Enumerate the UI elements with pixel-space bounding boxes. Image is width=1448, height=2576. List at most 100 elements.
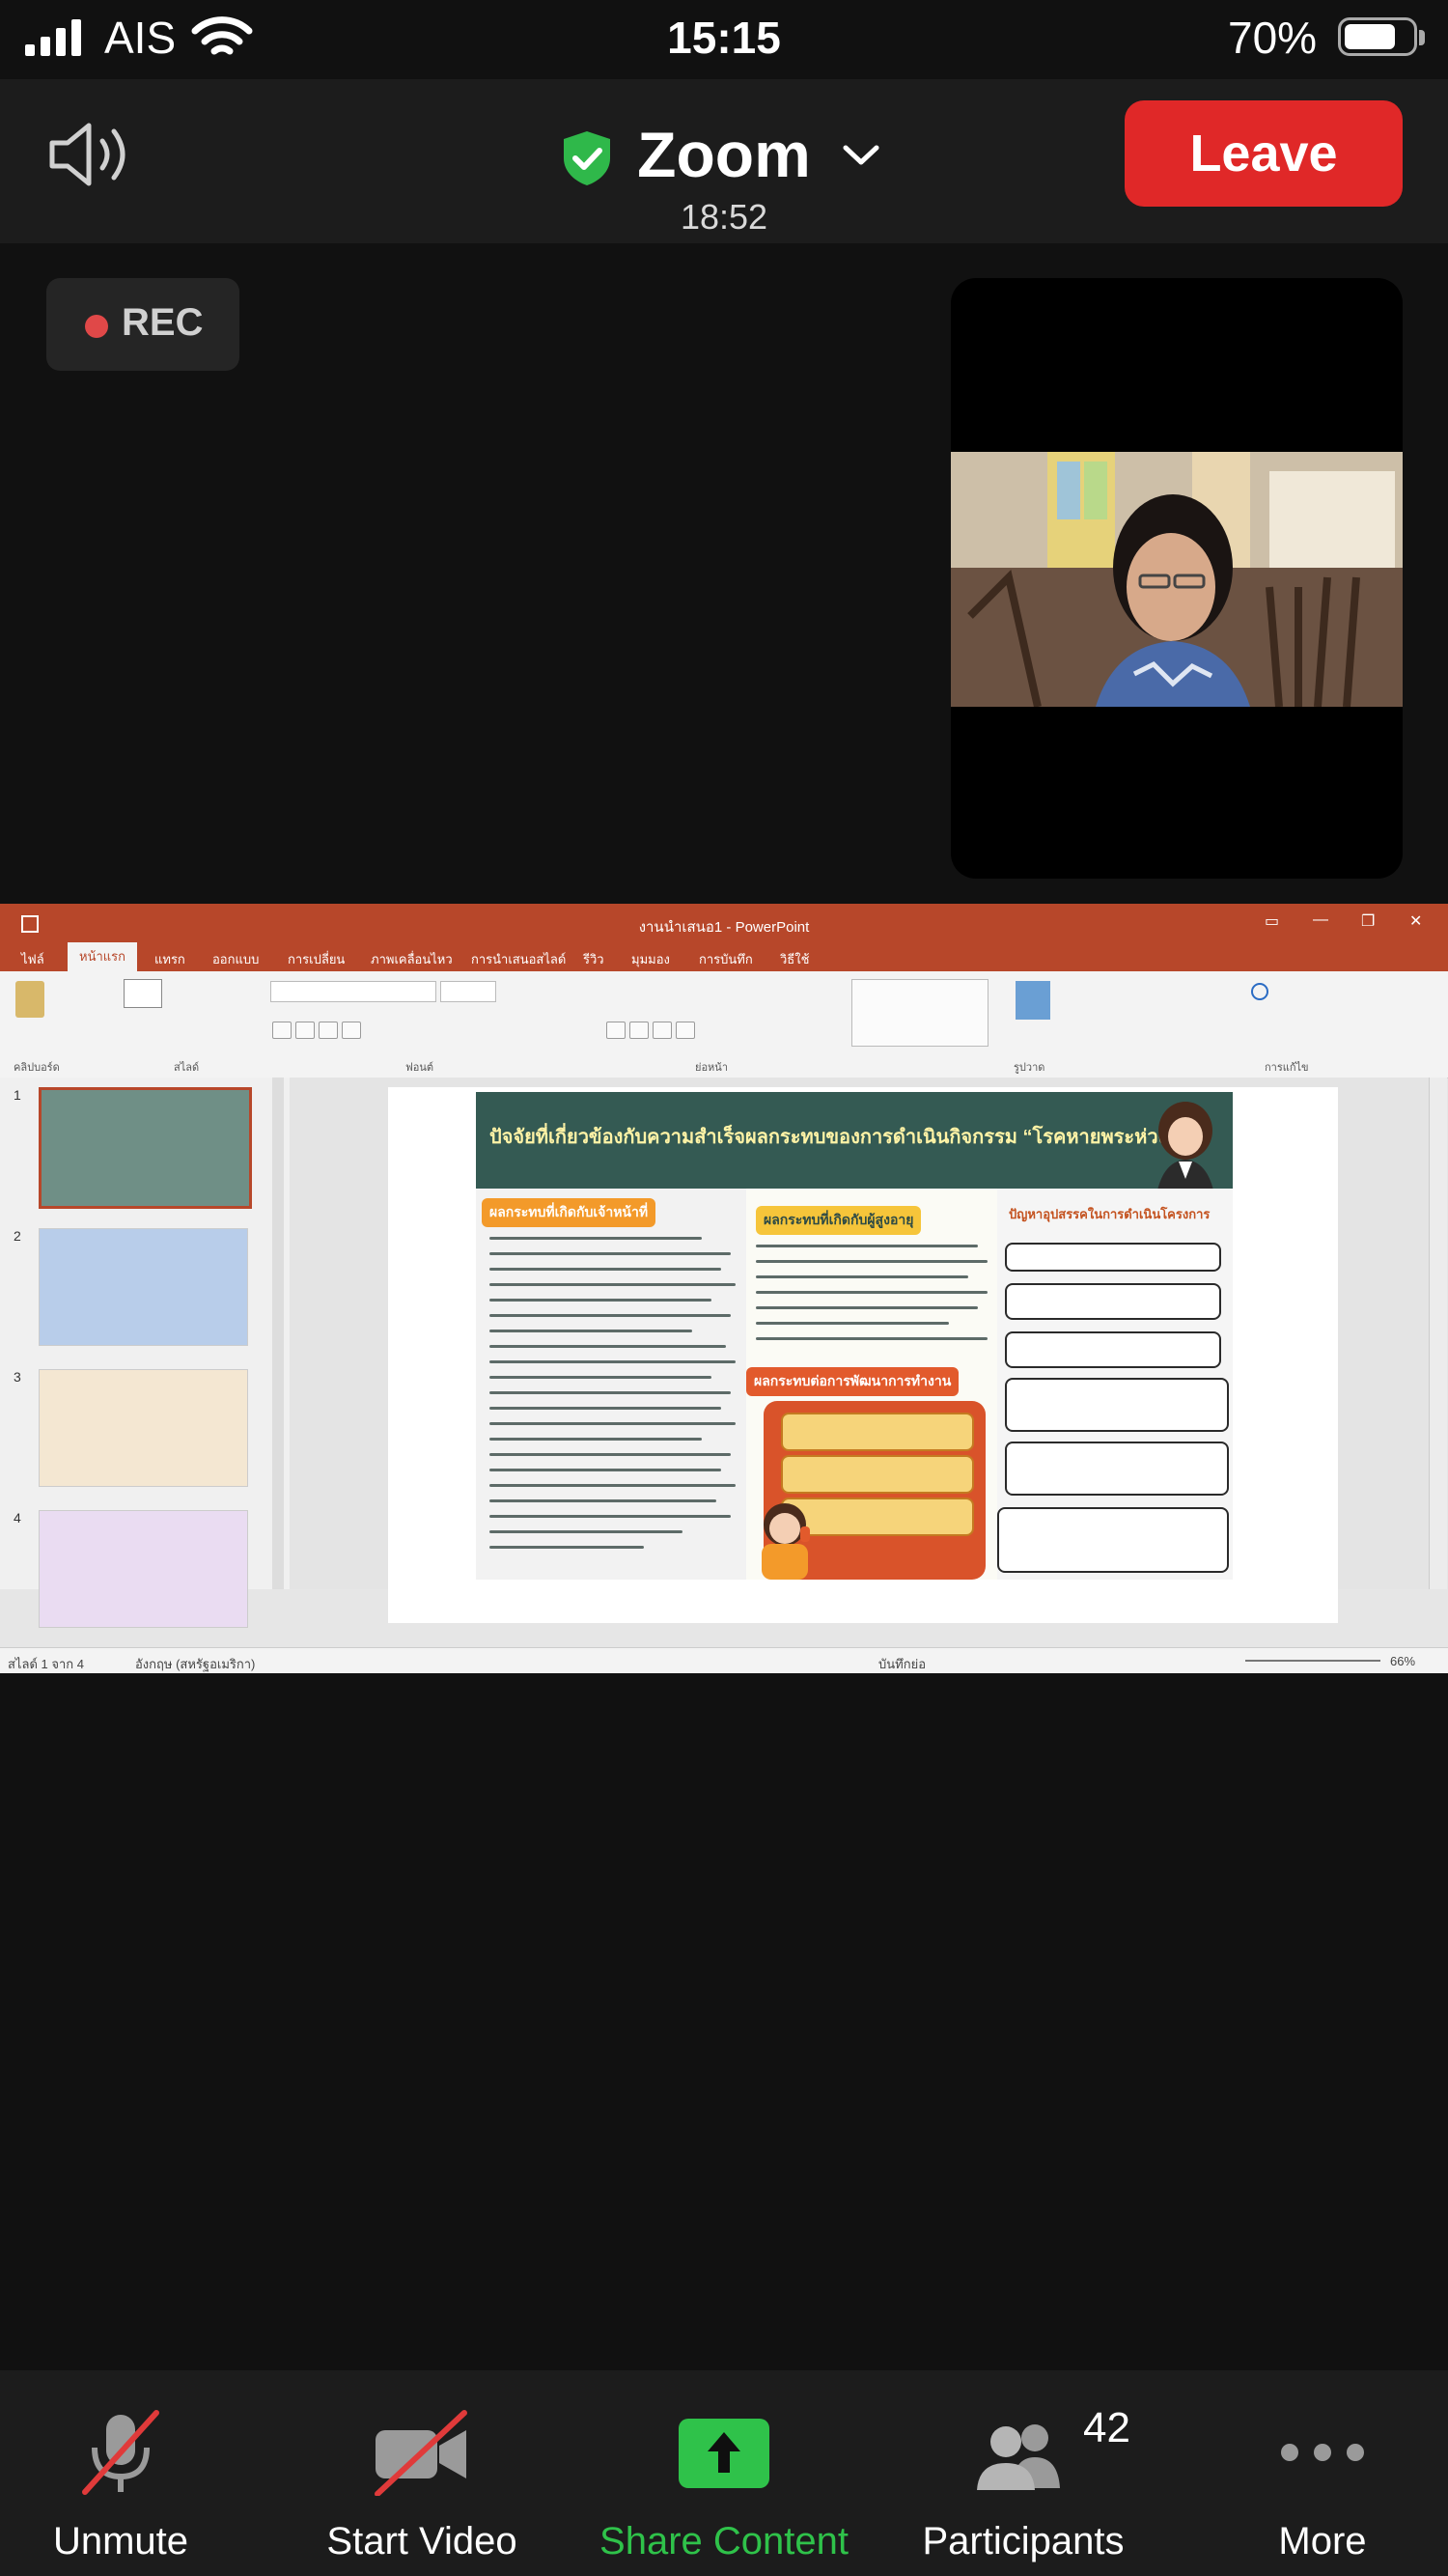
thumb-number: 3 [14, 1369, 21, 1385]
font-size-box[interactable] [440, 981, 496, 1002]
participant-video-tile[interactable] [951, 278, 1403, 879]
ppt-ribbon-tabs: ไฟล์ หน้าแรก แทรก ออกแบบ การเปลี่ยน ภาพเ… [0, 942, 1448, 971]
text-line [489, 1391, 731, 1394]
text-line [756, 1245, 978, 1247]
paste-icon[interactable] [15, 981, 44, 1018]
ppt-tab[interactable]: การเปลี่ยน [288, 949, 345, 969]
strike-button[interactable] [342, 1022, 361, 1039]
text-line [489, 1360, 736, 1363]
font-name-box[interactable] [270, 981, 436, 1002]
text-line [756, 1260, 988, 1263]
participants-label: Participants [922, 2520, 1125, 2562]
problem-box [1005, 1442, 1229, 1496]
notes-button[interactable]: บันทึกย่อ [878, 1654, 926, 1673]
underline-button[interactable] [319, 1022, 338, 1039]
text-line [489, 1530, 682, 1533]
text-line [489, 1469, 721, 1471]
ppt-tab[interactable]: รีวิว [583, 949, 604, 969]
ppt-tab[interactable]: ไฟล์ [21, 949, 44, 969]
text-line [756, 1322, 949, 1325]
slide-title: ปัจจัยที่เกี่ยวข้องกับความสำเร็จผลกระทบข… [489, 1127, 1198, 1148]
text-line [489, 1252, 731, 1255]
text-line [489, 1283, 736, 1286]
slide-thumbnail[interactable] [39, 1228, 248, 1346]
speaker-icon[interactable] [46, 116, 143, 193]
recording-label: REC [122, 301, 204, 344]
leave-button[interactable]: Leave [1125, 100, 1403, 207]
thumb-scrollbar[interactable] [272, 1078, 284, 1589]
participant-video-frame [951, 452, 1403, 707]
text-line [489, 1345, 726, 1348]
zoom-level[interactable]: 66% [1390, 1654, 1415, 1668]
ppt-tab[interactable]: การนำเสนอสไลด์ [471, 949, 566, 969]
text-line [489, 1438, 702, 1441]
text-line [489, 1515, 731, 1518]
zoom-slider[interactable] [1245, 1660, 1380, 1662]
meeting-title-button[interactable] [541, 116, 907, 193]
text-line [489, 1546, 644, 1549]
more-button[interactable]: More [1178, 2370, 1448, 2576]
bold-button[interactable] [272, 1022, 292, 1039]
recording-dot-icon [85, 315, 108, 338]
point-box [781, 1413, 974, 1451]
text-line [756, 1306, 978, 1309]
language-indicator[interactable]: อังกฤษ (สหรัฐอเมริกา) [135, 1654, 255, 1673]
ppt-tab[interactable]: แทรก [154, 949, 185, 969]
text-line [489, 1422, 736, 1425]
ppt-tab[interactable]: มุมมอง [631, 949, 670, 969]
find-icon[interactable] [1251, 983, 1268, 1000]
share-content-button[interactable]: Share Content [579, 2370, 869, 2576]
slide-thumbnail[interactable] [39, 1369, 248, 1487]
shapes-gallery[interactable] [851, 979, 989, 1047]
slide-thumbnail-pane: 1 2 3 4 [0, 1078, 290, 1628]
battery-icon [1338, 17, 1417, 56]
unmute-label: Unmute [52, 2520, 189, 2562]
arrange-icon[interactable] [1016, 981, 1050, 1020]
ppt-tab[interactable]: การบันทึก [699, 949, 753, 969]
ppt-tab[interactable]: ภาพเคลื่อนไหว [371, 949, 453, 969]
align-center-button[interactable] [629, 1022, 649, 1039]
align-right-button[interactable] [653, 1022, 672, 1039]
video-off-icon [375, 2410, 467, 2496]
slide-column-problems: ปัญหาอุปสรรคในการดำเนินโครงการ [997, 1189, 1233, 1580]
presenter-avatar-illustration [1156, 1102, 1215, 1200]
participants-button[interactable]: Participants [878, 2370, 1168, 2576]
ppt-tab-active[interactable]: หน้าแรก [68, 942, 137, 971]
editor-scrollbar[interactable] [1429, 1078, 1447, 1589]
slide-thumbnail[interactable] [39, 1510, 248, 1628]
text-line [756, 1291, 988, 1294]
text-line [489, 1407, 721, 1410]
thumb-number: 4 [14, 1510, 21, 1526]
column-heading: ปัญหาอุปสรรคในการดำเนินโครงการ [1009, 1207, 1211, 1221]
text-line [489, 1237, 702, 1240]
unmute-button[interactable]: Unmute [0, 2370, 265, 2576]
column-heading: ผลกระทบที่เกิดกับผู้สูงอายุ [756, 1206, 922, 1235]
text-line [489, 1268, 721, 1271]
thumb-number: 2 [14, 1228, 21, 1244]
ribbon-group-drawing: รูปวาด [1014, 1062, 1045, 1074]
problem-box [1005, 1243, 1221, 1272]
align-left-button[interactable] [606, 1022, 626, 1039]
more-label: More [1278, 2520, 1367, 2562]
ppt-status-bar: สไลด์ 1 จาก 4 อังกฤษ (สหรัฐอเมริกา) บันท… [0, 1647, 1448, 1673]
ppt-tab[interactable]: วิธีใช้ [780, 949, 809, 969]
ppt-title-bar: งานนำเสนอ1 - PowerPoint ▭ — ❐ ✕ [0, 904, 1448, 942]
ribbon-group-paragraph: ย่อหน้า [695, 1062, 728, 1074]
ppt-tab[interactable]: ออกแบบ [212, 949, 259, 969]
start-video-label: Start Video [326, 2520, 517, 2562]
text-line [489, 1499, 716, 1502]
thumb-number: 1 [14, 1087, 21, 1103]
text-line [489, 1376, 711, 1379]
share-arrow-icon [679, 2419, 769, 2488]
slide-thumbnail[interactable] [39, 1087, 252, 1209]
shared-screen[interactable]: งานนำเสนอ1 - PowerPoint ▭ — ❐ ✕ ไฟล์ หน้าแร… [0, 904, 1448, 1673]
justify-button[interactable] [676, 1022, 695, 1039]
new-slide-icon[interactable] [124, 979, 162, 1008]
text-line [489, 1484, 736, 1487]
column-heading: ผลกระทบต่อการพัฒนาการทำงาน [746, 1367, 960, 1396]
share-content-label: Share Content [599, 2520, 849, 2562]
start-video-button[interactable]: Start Video [277, 2370, 567, 2576]
italic-button[interactable] [295, 1022, 315, 1039]
problem-box [1005, 1283, 1221, 1320]
participants-icon [977, 2424, 1060, 2490]
